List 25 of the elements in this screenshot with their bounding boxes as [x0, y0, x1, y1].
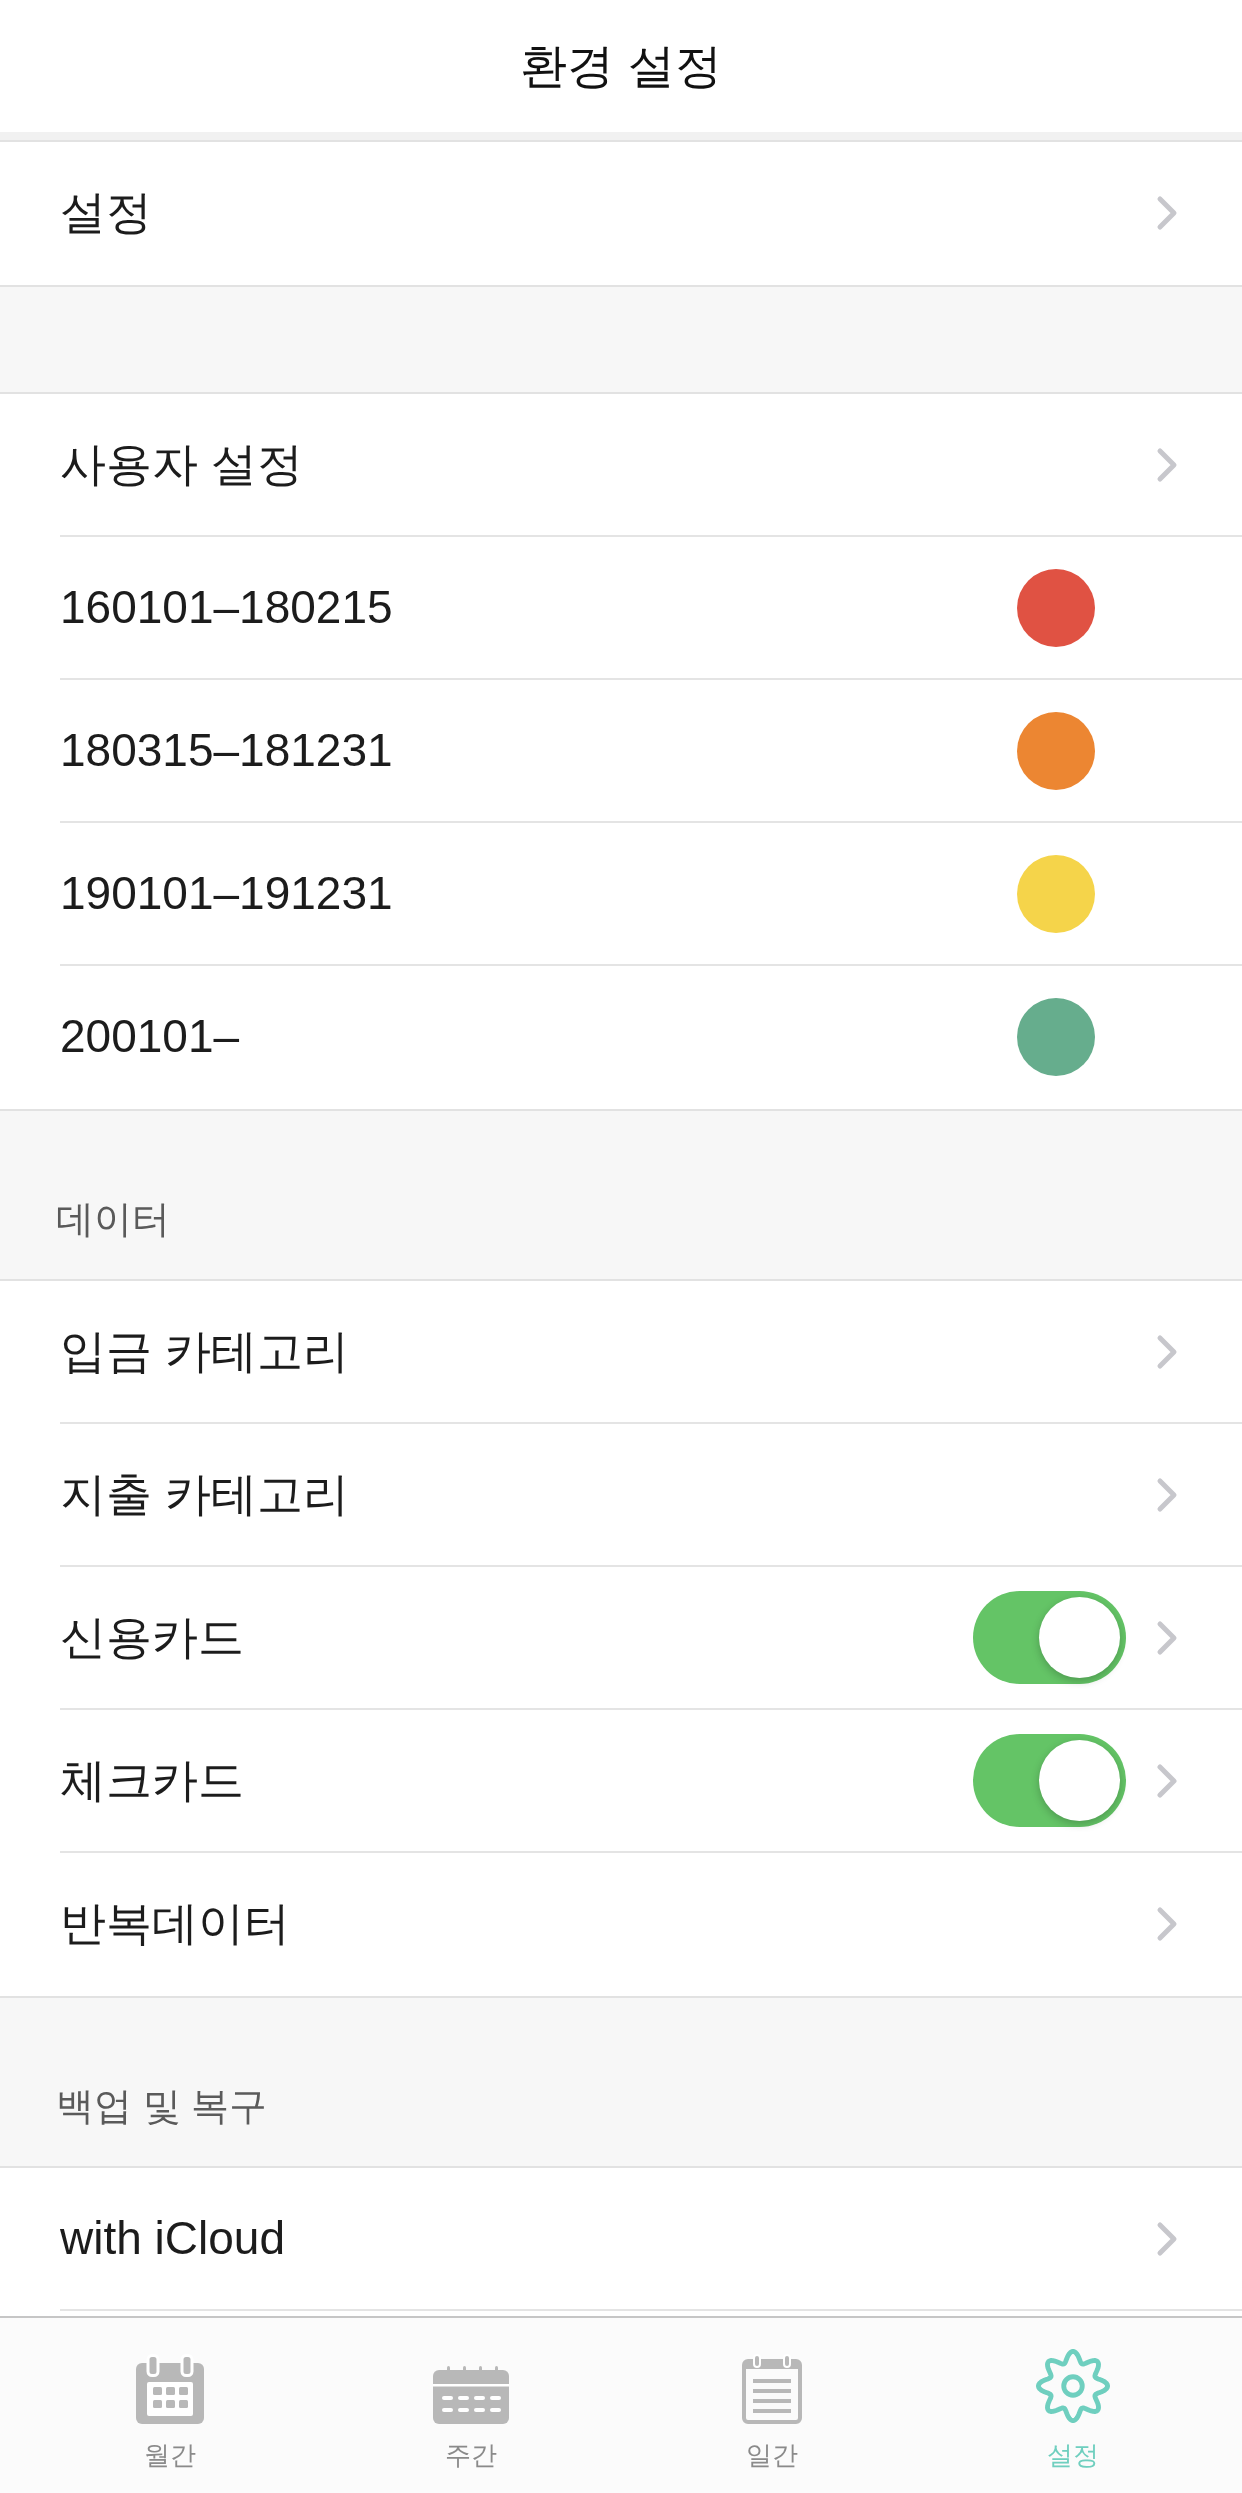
notepad-icon — [741, 2354, 802, 2424]
chevron-right-icon[interactable] — [1156, 1762, 1178, 1799]
menu-item[interactable]: 지출 카테고리 — [60, 1424, 1242, 1567]
settings-icon — [1034, 2348, 1111, 2424]
screen-title: 환경 설정 — [520, 37, 722, 94]
chevron-right-icon — [1156, 446, 1178, 483]
menu-item[interactable]: 반복데이터 — [60, 1853, 1242, 1996]
row-label: 체크카드 — [60, 1752, 245, 1808]
week-calendar-icon — [432, 2366, 509, 2424]
menu-item[interactable]: 사용자 설정 — [60, 394, 1242, 537]
chevron-right-icon — [1156, 1476, 1178, 1513]
chevron-right-icon — [1156, 1333, 1178, 1370]
menu-item[interactable]: 입금 카테고리 — [60, 1281, 1242, 1424]
period-label: 180315–181231 — [60, 722, 394, 778]
period-label: 200101– — [60, 1008, 241, 1064]
chevron-right-icon — [1156, 194, 1178, 231]
chevron-right-icon — [1156, 1905, 1178, 1942]
chevron-right-icon[interactable] — [1156, 1619, 1178, 1656]
period-label: 160101–180215 — [60, 579, 394, 635]
row-label: 신용카드 — [60, 1609, 245, 1665]
section-header: 데이터 — [56, 1197, 170, 1243]
section-header: 백업 및 복구 — [56, 2084, 268, 2130]
chevron-right-icon — [1156, 2220, 1178, 2257]
period-label: 190101–191231 — [60, 865, 394, 921]
calendar-icon — [135, 2354, 204, 2424]
